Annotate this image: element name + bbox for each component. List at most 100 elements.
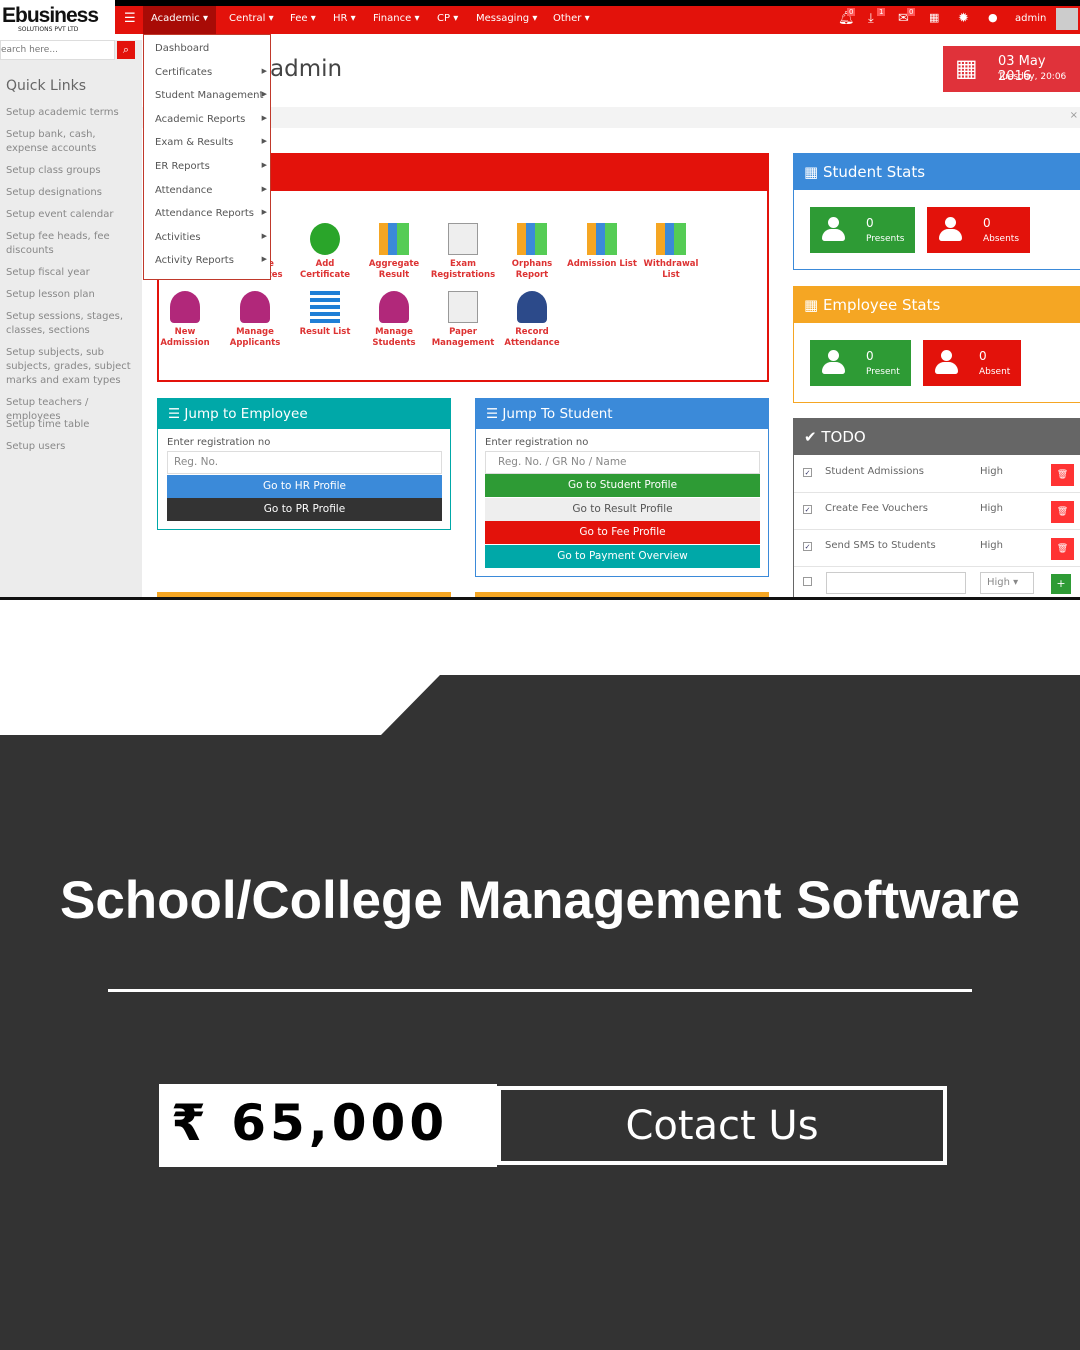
bell-icon[interactable]: 🔔︎ 0 xyxy=(838,8,856,26)
quick-link[interactable]: Setup time table xyxy=(6,418,140,432)
chart-icon xyxy=(656,223,686,255)
search-icon[interactable]: ⌕ xyxy=(117,41,135,59)
chart-icon xyxy=(587,223,617,255)
grid-icon: ▦ xyxy=(804,296,823,314)
nav-fee[interactable]: Fee ▾ xyxy=(290,6,316,34)
quick-link[interactable]: Setup bank, cash, expense accounts xyxy=(6,128,140,156)
quick-link[interactable]: Setup event calendar xyxy=(6,208,140,222)
promo-title: School/College Management Software xyxy=(59,871,1021,930)
menu-item[interactable]: Exam & Results ▶ xyxy=(155,137,270,148)
todo-priority: High xyxy=(980,540,1003,551)
todo-checkbox[interactable]: ✓ xyxy=(803,468,812,477)
contact-us-button[interactable]: Cotact Us xyxy=(497,1086,947,1165)
fee-profile-button[interactable]: Go to Fee Profile xyxy=(485,521,760,544)
drop-icon[interactable]: ● xyxy=(988,11,998,24)
todo-new-input[interactable] xyxy=(826,572,966,594)
menu-item-label: Student Management xyxy=(155,90,264,102)
calendar-icon: ▦ xyxy=(955,54,978,82)
search-input[interactable]: earch here... xyxy=(0,40,115,60)
quick-link[interactable]: Setup academic terms xyxy=(6,106,140,120)
shortcut-item[interactable]: Record Attendance xyxy=(497,291,567,349)
nav-messaging[interactable]: Messaging ▾ xyxy=(476,6,537,34)
shortcut-item[interactable]: Admission List xyxy=(567,223,637,270)
check-icon: ✔ xyxy=(804,428,822,446)
payment-overview-button[interactable]: Go to Payment Overview xyxy=(485,545,760,568)
paper-icon xyxy=(448,291,478,323)
student-reg-input[interactable]: Reg. No. / GR No / Name xyxy=(485,451,760,474)
caret-right-icon: ▶ xyxy=(261,161,267,169)
shortcut-item[interactable]: Exam Registrations xyxy=(428,223,498,281)
menu-item[interactable]: Activity Reports ▶ xyxy=(155,255,270,266)
envelope-icon[interactable]: ✉ 0 xyxy=(898,8,916,26)
applicant-icon xyxy=(240,291,270,323)
student-profile-button[interactable]: Go to Student Profile xyxy=(485,474,760,497)
delete-todo-button[interactable]: 🗑︎ xyxy=(1051,501,1074,523)
todo-new-checkbox[interactable] xyxy=(803,577,812,586)
shortcut-item[interactable]: Aggregate Result xyxy=(359,223,429,281)
shortcut-item[interactable]: Manage Students xyxy=(359,291,429,349)
grid-icon: ▦ xyxy=(804,163,823,181)
nav-other[interactable]: Other ▾ xyxy=(553,6,590,34)
todo-checkbox[interactable]: ✓ xyxy=(803,542,812,551)
menu-item[interactable]: ER Reports ▶ xyxy=(155,161,270,172)
shortcut-item[interactable]: Result List xyxy=(290,291,360,338)
nav-hr[interactable]: HR ▾ xyxy=(333,6,356,34)
quick-link[interactable]: Setup designations xyxy=(6,186,140,200)
result-profile-button[interactable]: Go to Result Profile xyxy=(485,498,760,521)
menu-item[interactable]: Certificates ▶ xyxy=(155,67,270,78)
quick-link[interactable]: Setup sessions, stages, classes, section… xyxy=(6,310,140,338)
menu-icon: ☰ xyxy=(168,406,185,422)
absents-card[interactable]: 0 Absents xyxy=(927,207,1030,253)
quick-link[interactable]: Setup subjects, sub subjects, grades, su… xyxy=(6,346,140,388)
nav-finance[interactable]: Finance ▾ xyxy=(373,6,419,34)
employee-reg-input[interactable]: Reg. No. xyxy=(167,451,442,474)
quick-link[interactable]: Setup lesson plan xyxy=(6,288,140,302)
quick-link[interactable]: Setup users xyxy=(6,440,140,454)
quick-link[interactable]: Setup fee heads, fee discounts xyxy=(6,230,140,258)
jump-employee-panel: ☰ Jump to Employee Enter registration no… xyxy=(157,398,451,530)
delete-todo-button[interactable]: 🗑︎ xyxy=(1051,538,1074,560)
avatar[interactable] xyxy=(1056,8,1078,30)
shortcut-item[interactable]: Add Certificate xyxy=(290,223,360,281)
shortcut-item[interactable]: Manage Applicants xyxy=(220,291,290,349)
present-card[interactable]: 0 Present xyxy=(810,340,911,386)
priority-select[interactable]: High ▾ xyxy=(980,572,1034,594)
delete-todo-button[interactable]: 🗑︎ xyxy=(1051,464,1074,486)
menu-item[interactable]: Activities ▶ xyxy=(155,232,270,243)
nav-academic[interactable]: Academic ▾ xyxy=(143,6,217,34)
shortcut-item[interactable]: Orphans Report xyxy=(497,223,567,281)
nav-central[interactable]: Central ▾ xyxy=(229,6,274,34)
calendar-icon[interactable]: ▦ xyxy=(929,11,939,24)
menu-item[interactable]: Attendance Reports ▶ xyxy=(155,208,270,219)
chart-icon xyxy=(517,223,547,255)
shortcut-item[interactable]: Paper Management xyxy=(428,291,498,349)
gear-icon[interactable]: ✹ xyxy=(958,11,969,26)
caret-right-icon: ▶ xyxy=(261,90,267,99)
menu-icon[interactable]: ☰ xyxy=(124,6,136,34)
hr-profile-button[interactable]: Go to HR Profile xyxy=(167,475,442,498)
close-icon[interactable]: × xyxy=(1070,110,1078,121)
absent-card[interactable]: 0 Absent xyxy=(923,340,1021,386)
todo-priority: High xyxy=(980,503,1003,514)
nav-cp[interactable]: CP ▾ xyxy=(437,6,458,34)
shortcut-item[interactable]: Withdrawal List xyxy=(636,223,706,281)
presents-card[interactable]: 0 Presents xyxy=(810,207,915,253)
menu-item[interactable]: Student Management ▶ xyxy=(155,90,270,101)
todo-checkbox[interactable]: ✓ xyxy=(803,505,812,514)
menu-item[interactable]: Academic Reports ▶ xyxy=(155,114,270,125)
shortcut-label: Result List xyxy=(299,327,351,337)
user-name[interactable]: admin xyxy=(1015,6,1046,34)
menu-item[interactable]: Dashboard xyxy=(155,43,270,54)
shortcut-label: Record Attendance xyxy=(504,327,560,348)
shortcut-item[interactable]: New Admission xyxy=(150,291,220,349)
add-todo-button[interactable]: + xyxy=(1051,574,1071,594)
menu-item-label: Dashboard xyxy=(155,43,210,54)
quick-link[interactable]: Setup fiscal year xyxy=(6,266,140,280)
quick-link[interactable]: Setup class groups xyxy=(6,164,140,178)
academic-dropdown-menu: Dashboard Certificates ▶ Student Management… xyxy=(143,34,271,280)
pr-profile-button[interactable]: Go to PR Profile xyxy=(167,498,442,521)
todo-task: Student Admissions xyxy=(825,466,924,477)
download-icon[interactable]: ⤓ 1 xyxy=(868,8,886,26)
app-screenshot: ☰ Academic ▾ Central ▾ Fee ▾ HR ▾ Financ… xyxy=(0,0,1080,597)
menu-item[interactable]: Attendance ▶ xyxy=(155,185,270,196)
